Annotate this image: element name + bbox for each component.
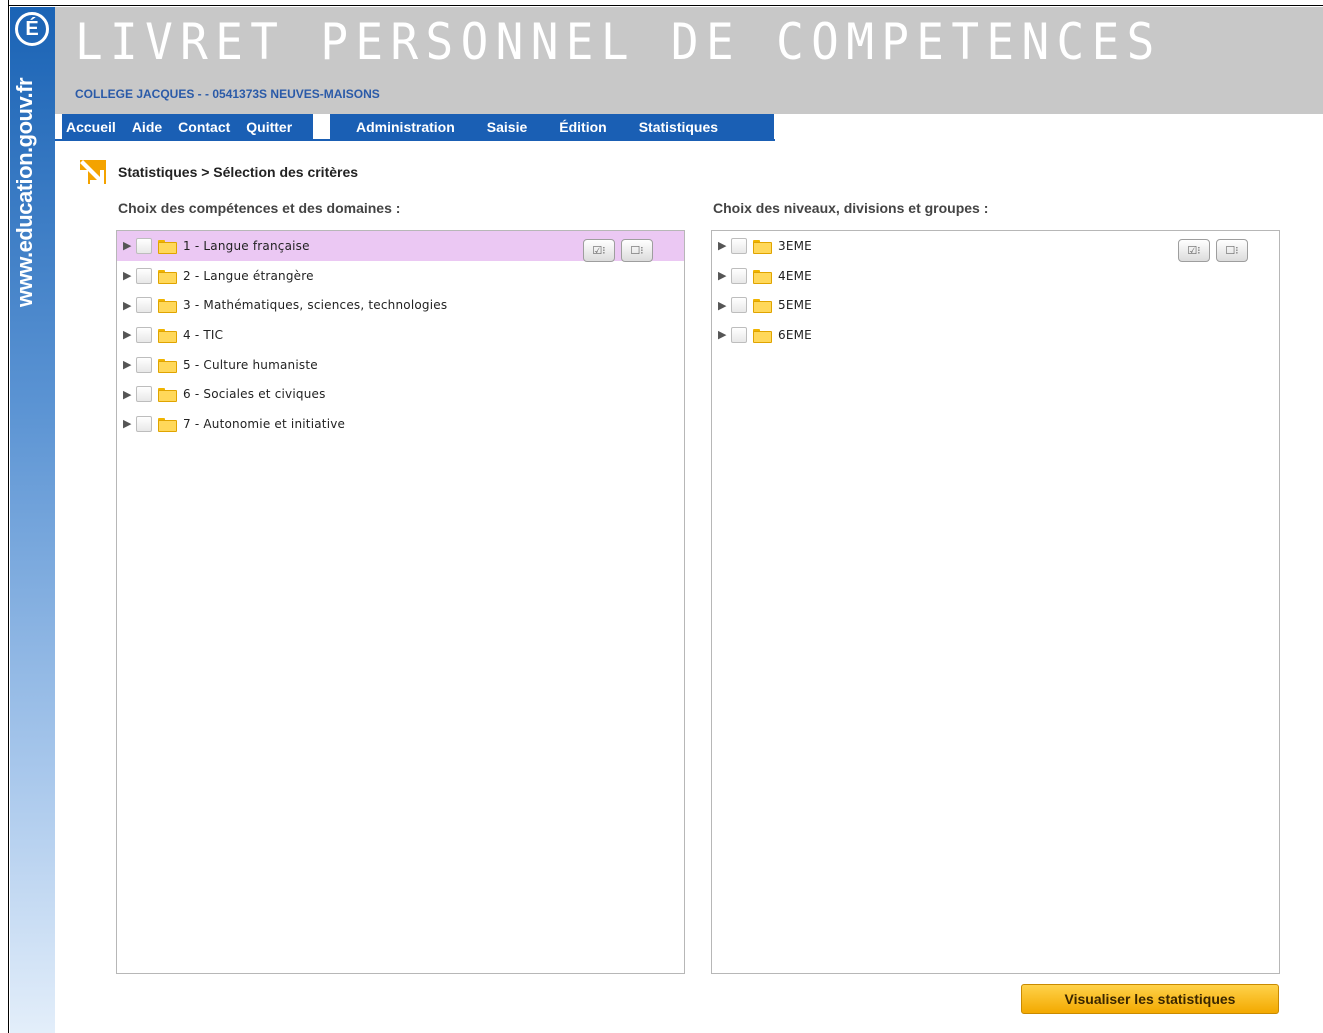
- tree-item-label: 5 - Culture humaniste: [183, 357, 318, 372]
- tree-item-label: 6 - Sociales et civiques: [183, 387, 326, 402]
- school-name: COLLEGE JACQUES - - 0541373S NEUVES-MAIS…: [75, 87, 380, 101]
- nav-statistiques[interactable]: Statistiques: [639, 119, 718, 135]
- window-top-edge: [0, 0, 1323, 6]
- expand-arrow-icon[interactable]: ▶: [718, 328, 730, 341]
- deselect-all-button[interactable]: ☐⁝: [1216, 239, 1248, 262]
- expand-arrow-icon[interactable]: ▶: [718, 299, 730, 312]
- checkbox[interactable]: [731, 237, 747, 254]
- visualiser-statistiques-button[interactable]: Visualiser les statistiques: [1021, 984, 1279, 1014]
- tree-item[interactable]: ▶ 6EME: [712, 320, 1279, 350]
- tree-item-label: 4EME: [778, 268, 812, 283]
- nav-saisie[interactable]: Saisie: [487, 119, 527, 135]
- select-all-button[interactable]: ☑⁝: [583, 239, 615, 262]
- folder-icon: [753, 328, 772, 343]
- checkbox[interactable]: [136, 415, 152, 432]
- expand-arrow-icon[interactable]: ▶: [123, 358, 135, 371]
- tree-toolbar: ☑⁝ ☐⁝: [583, 239, 653, 262]
- main-nav: Accueil Aide Contact Quitter Administrat…: [55, 114, 775, 140]
- expand-arrow-icon[interactable]: ▶: [123, 417, 135, 430]
- folder-icon: [158, 417, 177, 432]
- tree-item-label: 6EME: [778, 327, 812, 342]
- site-url-vertical: www.education.gouv.fr: [12, 77, 37, 307]
- select-all-button[interactable]: ☑⁝: [1178, 239, 1210, 262]
- tree-item-label: 4 - TIC: [183, 327, 224, 342]
- checkbox[interactable]: [136, 356, 152, 373]
- niveaux-section-title: Choix des niveaux, divisions et groupes …: [713, 200, 989, 216]
- expand-arrow-icon[interactable]: ▶: [123, 328, 135, 341]
- tree-item-label: 3 - Mathématiques, sciences, technologie…: [183, 298, 448, 313]
- expand-arrow-icon[interactable]: ▶: [123, 299, 135, 312]
- expand-arrow-icon[interactable]: ▶: [123, 388, 135, 401]
- competences-tree[interactable]: ▶ 1 - Langue française ▶ 2 - Langue étra…: [116, 230, 685, 974]
- tree-item[interactable]: ▶ 4EME: [712, 261, 1279, 291]
- app-title: LIVRET PERSONNEL DE COMPETENCES: [75, 13, 1162, 71]
- nav-edition[interactable]: Édition: [559, 119, 606, 135]
- select-all-icon: ☑⁝: [1187, 244, 1201, 257]
- select-all-icon: ☑⁝: [592, 244, 606, 257]
- side-brand-band: É www.education.gouv.fr: [10, 7, 55, 1033]
- breadcrumb: Statistiques > Sélection des critères: [118, 164, 359, 180]
- niveaux-tree[interactable]: ▶ 3EME ▶ 4EME ▶ 5EME ▶ 6EME ☑⁝ ☐⁝: [711, 230, 1280, 974]
- nav-quitter[interactable]: Quitter: [246, 119, 292, 135]
- expand-arrow-icon[interactable]: ▶: [718, 269, 730, 282]
- checkbox[interactable]: [731, 297, 747, 314]
- expand-arrow-icon[interactable]: ▶: [123, 239, 135, 252]
- checkbox[interactable]: [731, 326, 747, 343]
- folder-icon: [753, 299, 772, 314]
- deselect-all-button[interactable]: ☐⁝: [621, 239, 653, 262]
- republic-logo-icon: É: [15, 12, 49, 46]
- tree-item-label: 3EME: [778, 238, 812, 253]
- tree-item-label: 7 - Autonomie et initiative: [183, 416, 346, 431]
- deselect-all-icon: ☐⁝: [1225, 244, 1239, 257]
- nav-underline: [55, 139, 775, 141]
- expand-arrow-icon[interactable]: ▶: [718, 239, 730, 252]
- nav-aide[interactable]: Aide: [132, 119, 162, 135]
- folder-icon: [158, 299, 177, 314]
- competences-section-title: Choix des compétences et des domaines :: [118, 200, 401, 216]
- folder-icon: [158, 239, 177, 254]
- tree-toolbar: ☑⁝ ☐⁝: [1178, 239, 1248, 262]
- checkbox[interactable]: [731, 267, 747, 284]
- deselect-all-icon: ☐⁝: [630, 244, 644, 257]
- checkbox[interactable]: [136, 297, 152, 314]
- folder-icon: [158, 269, 177, 284]
- tree-item-label: 2 - Langue étrangère: [183, 268, 314, 283]
- tree-item[interactable]: ▶ 4 - TIC: [117, 320, 684, 350]
- expand-arrow-icon[interactable]: ▶: [123, 269, 135, 282]
- tree-item[interactable]: ▶ 5 - Culture humaniste: [117, 350, 684, 380]
- tree-item[interactable]: ▶ 7 - Autonomie et initiative: [117, 409, 684, 439]
- folder-icon: [753, 269, 772, 284]
- tree-item-label: 1 - Langue française: [183, 238, 310, 253]
- checkbox[interactable]: [136, 237, 152, 254]
- folder-icon: [158, 328, 177, 343]
- folder-icon: [158, 358, 177, 373]
- app-header: LIVRET PERSONNEL DE COMPETENCES COLLEGE …: [55, 7, 1323, 114]
- nav-group-modules: Administration Saisie Édition Statistiqu…: [330, 114, 774, 140]
- folder-icon: [753, 239, 772, 254]
- checkbox[interactable]: [136, 326, 152, 343]
- arrow-down-right-icon: [80, 160, 106, 184]
- nav-contact[interactable]: Contact: [178, 119, 230, 135]
- checkbox[interactable]: [136, 267, 152, 284]
- folder-icon: [158, 388, 177, 403]
- nav-accueil[interactable]: Accueil: [66, 119, 116, 135]
- nav-group-general: Accueil Aide Contact Quitter: [62, 114, 313, 140]
- tree-item[interactable]: ▶ 2 - Langue étrangère: [117, 261, 684, 291]
- tree-item[interactable]: ▶ 3 - Mathématiques, sciences, technolog…: [117, 290, 684, 320]
- tree-item[interactable]: ▶ 6 - Sociales et civiques: [117, 379, 684, 409]
- tree-item-label: 5EME: [778, 298, 812, 313]
- window-left-edge: [0, 0, 9, 1033]
- tree-item[interactable]: ▶ 5EME: [712, 290, 1279, 320]
- nav-administration[interactable]: Administration: [356, 119, 455, 135]
- checkbox[interactable]: [136, 386, 152, 403]
